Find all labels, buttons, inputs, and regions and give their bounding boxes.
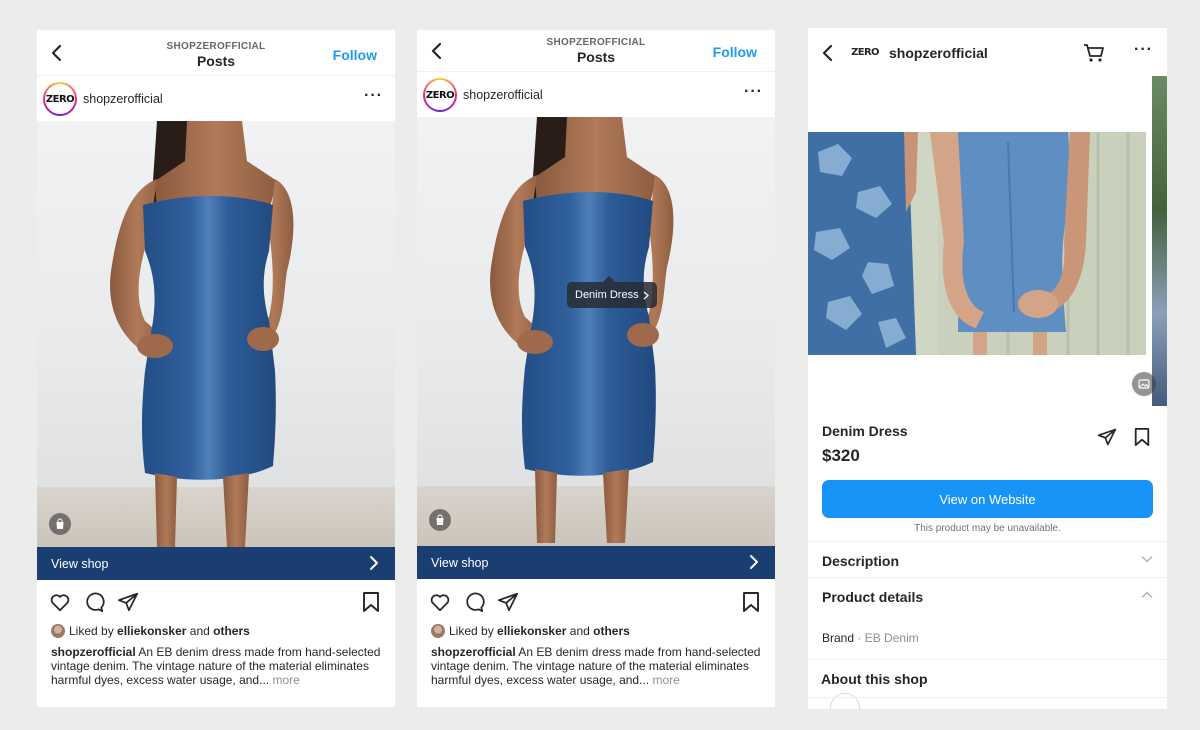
share-icon[interactable] <box>1097 427 1117 447</box>
comment-icon[interactable] <box>83 591 105 613</box>
liked-prefix: Liked by <box>449 624 494 638</box>
brand-label: Brand <box>822 631 855 645</box>
liker-avatar <box>51 624 65 638</box>
liked-and: and <box>189 624 210 638</box>
account-username[interactable]: shopzerofficial <box>83 92 163 106</box>
liked-others[interactable]: others <box>213 624 250 638</box>
caption-username[interactable]: shopzerofficial <box>431 645 516 659</box>
brand-separator: · <box>857 631 862 645</box>
post-caption: shopzerofficial An EB denim dress made f… <box>51 645 381 687</box>
shop-name[interactable]: shopzerofficial <box>889 45 988 61</box>
gallery-icon[interactable] <box>1132 372 1156 396</box>
bookmark-icon[interactable] <box>741 591 761 613</box>
post-actions <box>37 587 395 617</box>
more-icon[interactable]: ··· <box>364 88 383 104</box>
model-illustration <box>417 117 775 543</box>
chevron-right-icon <box>750 555 758 569</box>
about-shop-section[interactable]: About this shop <box>808 659 1167 699</box>
page-title: Posts <box>576 49 616 65</box>
description-label: Description <box>822 553 900 569</box>
shop-logo[interactable]: ZERO <box>851 42 879 62</box>
cart-icon[interactable] <box>1083 43 1105 63</box>
post-image[interactable] <box>37 121 395 547</box>
model-illustration <box>37 121 395 547</box>
chevron-right-icon <box>370 556 378 570</box>
liked-by-line[interactable]: Liked by elliekonsker and others <box>431 624 630 638</box>
chevron-up-icon <box>1141 591 1153 598</box>
product-price: $320 <box>822 446 860 465</box>
post-header: SHOPZEROFFICIAL Posts Follow <box>417 30 775 72</box>
liker-avatar <box>431 624 445 638</box>
header-title-group: SHOPZEROFFICIAL Posts <box>117 41 315 69</box>
shopping-bag-icon[interactable] <box>49 513 71 535</box>
chevron-right-icon <box>643 291 649 299</box>
heart-icon[interactable] <box>49 591 71 613</box>
view-shop-label: View shop <box>51 556 109 571</box>
avatar[interactable]: ZERO <box>43 82 77 116</box>
post-caption: shopzerofficial An EB denim dress made f… <box>431 645 761 687</box>
shopping-bag-icon[interactable] <box>429 509 451 531</box>
back-icon[interactable] <box>47 43 67 63</box>
avatar-logo: ZERO <box>45 84 75 114</box>
liked-by-line[interactable]: Liked by elliekonsker and others <box>51 624 250 638</box>
brand-detail: Brand · EB Denim <box>822 631 919 645</box>
post-actions <box>417 587 775 617</box>
product-tag-label: Denim Dress <box>575 289 639 301</box>
avatar[interactable]: ZERO <box>423 78 457 112</box>
view-shop-bar[interactable]: View shop <box>37 547 395 580</box>
product-image-carousel[interactable] <box>808 76 1167 406</box>
back-icon[interactable] <box>818 43 838 63</box>
back-icon[interactable] <box>427 41 447 61</box>
avatar-logo: ZERO <box>425 80 455 110</box>
bookmark-icon[interactable] <box>361 591 381 613</box>
heart-icon[interactable] <box>429 591 451 613</box>
post-screen: SHOPZEROFFICIAL Posts Follow ZERO shopze… <box>37 30 395 707</box>
liked-others[interactable]: others <box>593 624 630 638</box>
post-screen-tagged: SHOPZEROFFICIAL Posts Follow ZERO shopze… <box>417 30 775 707</box>
post-image[interactable]: Denim Dress <box>417 117 775 546</box>
account-username[interactable]: shopzerofficial <box>463 88 543 102</box>
caption-more-link[interactable]: more <box>652 673 679 687</box>
share-icon[interactable] <box>117 591 139 613</box>
product-details-label: Product details <box>822 589 924 605</box>
liked-and: and <box>569 624 590 638</box>
caption-username[interactable]: shopzerofficial <box>51 645 136 659</box>
header-kicker: SHOPZEROFFICIAL <box>546 37 646 48</box>
next-image-peek[interactable] <box>1152 76 1167 406</box>
more-icon[interactable]: ··· <box>1134 42 1153 58</box>
description-section[interactable]: Description <box>808 541 1167 577</box>
share-icon[interactable] <box>497 591 519 613</box>
bookmark-icon[interactable] <box>1133 427 1151 447</box>
product-photo-illustration <box>808 132 1146 355</box>
view-shop-bar[interactable]: View shop <box>417 546 775 579</box>
divider <box>808 697 1167 698</box>
view-on-website-button[interactable]: View on Website <box>822 480 1153 518</box>
availability-note: This product may be unavailable. <box>914 523 1061 534</box>
page-title: Posts <box>196 53 236 69</box>
header-kicker: SHOPZEROFFICIAL <box>166 41 266 52</box>
about-shop-label: About this shop <box>821 671 928 687</box>
liked-prefix: Liked by <box>69 624 114 638</box>
product-header: ZERO shopzerofficial ··· <box>808 28 1167 76</box>
comment-icon[interactable] <box>463 591 485 613</box>
product-tag[interactable]: Denim Dress <box>567 276 657 308</box>
follow-button[interactable]: Follow <box>333 47 377 63</box>
view-shop-label: View shop <box>431 555 489 570</box>
brand-value: EB Denim <box>864 631 919 645</box>
header-title-group: SHOPZEROFFICIAL Posts <box>497 37 695 65</box>
product-name: Denim Dress <box>822 423 908 439</box>
chevron-down-icon <box>1141 556 1153 563</box>
post-header: SHOPZEROFFICIAL Posts Follow <box>37 30 395 76</box>
liker-username[interactable]: elliekonsker <box>497 624 566 638</box>
account-row: ZERO shopzerofficial ··· <box>417 73 775 117</box>
liker-username[interactable]: elliekonsker <box>117 624 186 638</box>
more-icon[interactable]: ··· <box>744 84 763 100</box>
caption-more-link[interactable]: more <box>272 673 299 687</box>
product-image[interactable] <box>808 132 1146 355</box>
product-screen: ZERO shopzerofficial ··· Denim Dress $32… <box>808 28 1167 709</box>
follow-button[interactable]: Follow <box>713 44 757 60</box>
account-row: ZERO shopzerofficial ··· <box>37 77 395 121</box>
product-details-section[interactable]: Product details <box>808 577 1167 613</box>
